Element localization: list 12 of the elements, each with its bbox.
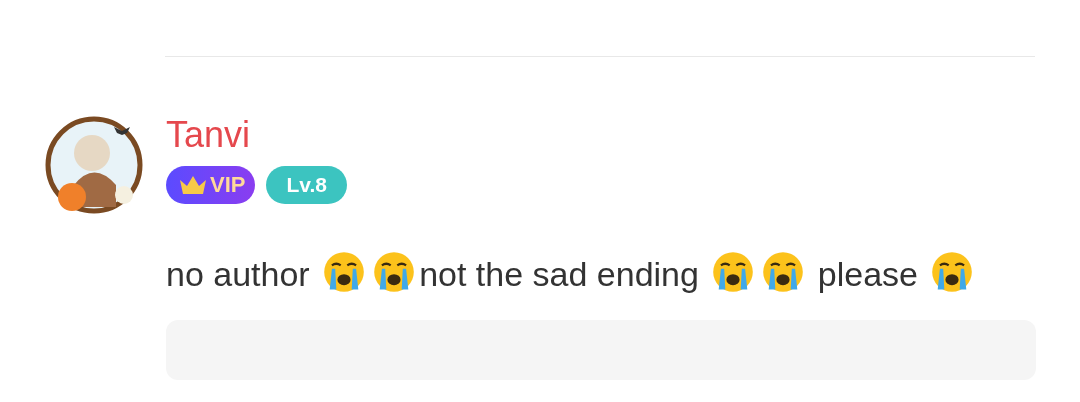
comment-text: no author	[166, 255, 311, 293]
crying-face-icon	[322, 250, 367, 294]
comment-text: please	[816, 255, 919, 293]
vip-label: VIP	[210, 172, 246, 198]
crying-face-icon	[930, 250, 975, 294]
crying-face-icon	[372, 250, 417, 294]
level-badge: Lv.8	[266, 166, 347, 204]
crown-icon	[178, 174, 208, 196]
user-name: Tanvi	[166, 115, 251, 155]
comment-text: not the sad ending	[419, 255, 700, 293]
crying-face-icon	[711, 250, 756, 294]
crying-face-icon	[761, 250, 806, 294]
